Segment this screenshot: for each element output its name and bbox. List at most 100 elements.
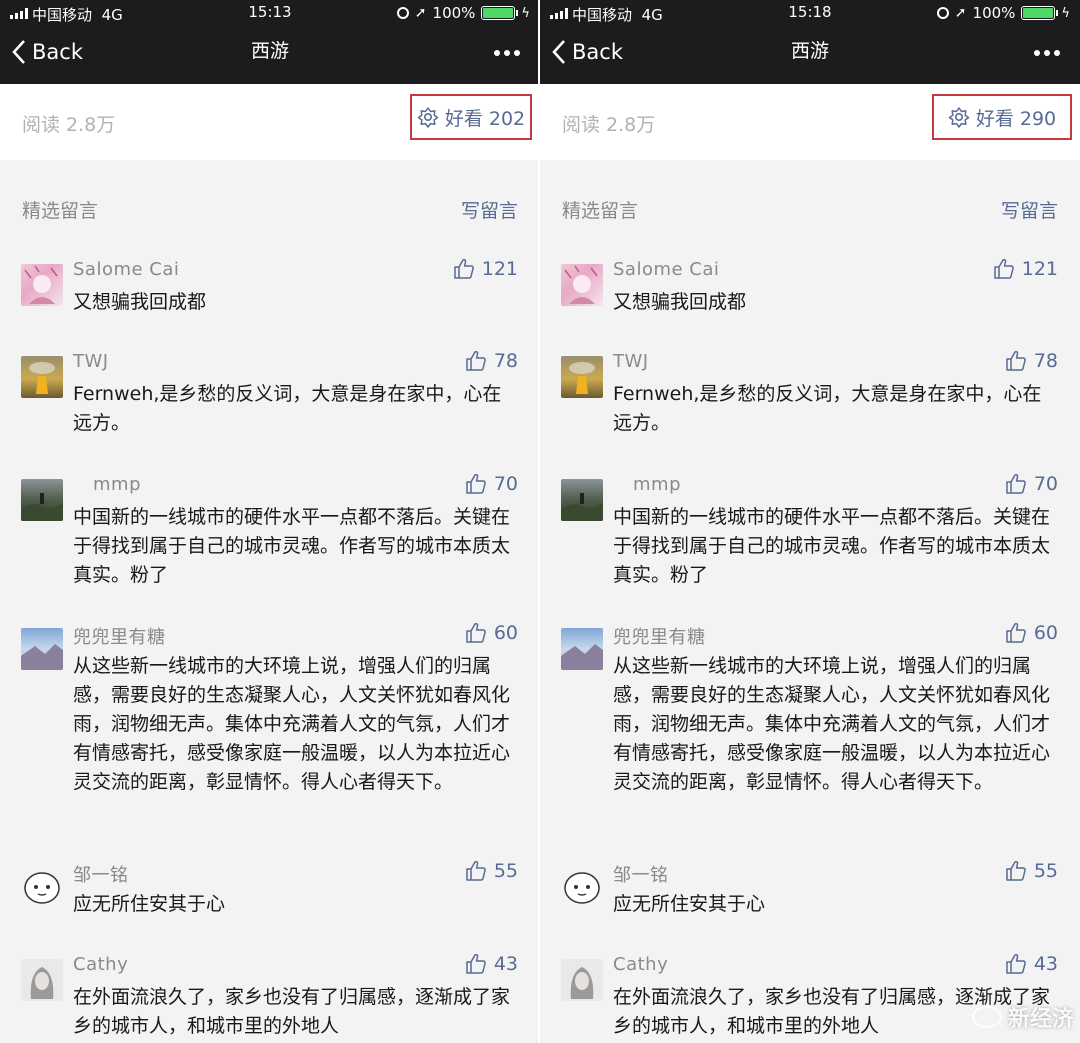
like-button[interactable]: 78 — [1004, 349, 1058, 373]
avatar — [21, 959, 63, 1001]
like-button[interactable]: 78 — [464, 349, 518, 373]
comment-text: Fernweh,是乡愁的反义词，大意是身在家中，心在远方。 — [613, 383, 1042, 434]
battery-percent: 100% — [432, 4, 476, 22]
like-count: 70 — [1033, 473, 1058, 495]
like-button[interactable]: 60 — [464, 621, 518, 645]
navigation-bar: Back 西游 — [0, 26, 540, 84]
like-count: 78 — [493, 350, 518, 372]
thumbs-up-icon — [993, 258, 1014, 279]
avatar — [21, 628, 63, 670]
article-stats-bar: 阅读 2.8万 好看 202 — [0, 84, 540, 160]
comment-text: 应无所住安其于心 — [73, 893, 226, 915]
comment-text: Fernweh,是乡愁的反义词，大意是身在家中，心在远方。 — [73, 383, 502, 434]
write-comment-link[interactable]: 写留言 — [461, 196, 518, 223]
commenter-name: Salome Cai — [613, 259, 720, 280]
status-bar: 中国移动 4G 15:13 ➚ 100% ϟ — [0, 0, 540, 26]
featured-comments-label: 精选留言 — [22, 200, 99, 222]
thumbs-up-icon — [466, 953, 486, 974]
haokan-flower-icon — [417, 107, 439, 128]
avatar — [21, 264, 63, 306]
like-count: 60 — [493, 622, 518, 644]
like-button[interactable]: 55 — [1004, 859, 1058, 883]
like-button[interactable]: 43 — [464, 952, 518, 976]
like-count: 55 — [1033, 860, 1058, 882]
avatar — [561, 628, 603, 670]
comment-text: 又想骗我回成都 — [613, 291, 747, 313]
screenshot-panel-right: 中国移动 4G 15:18 ➚ 100% ϟ Back 西游 阅读 2.8万 好… — [540, 0, 1080, 1043]
comment-text: 又想骗我回成都 — [73, 291, 207, 313]
commenter-name: 邹一铭 — [73, 865, 129, 886]
like-count: 55 — [493, 860, 518, 882]
wechat-icon — [971, 1006, 1002, 1028]
location-arrow-icon: ➚ — [954, 5, 967, 21]
like-button[interactable]: 60 — [1004, 621, 1058, 645]
screenshot-panel-left: 中国移动 4G 15:13 ➚ 100% ϟ Back 西游 阅读 2.8万 好… — [0, 0, 540, 1043]
avatar — [21, 356, 63, 398]
more-dots-icon[interactable] — [1034, 50, 1060, 56]
comment-text: 中国新的一线城市的硬件水平一点都不落后。关键在于得找到属于自己的城市灵魂。作者写… — [613, 506, 1051, 586]
orientation-lock-icon — [396, 7, 409, 19]
battery-icon — [1021, 6, 1059, 20]
avatar — [561, 866, 603, 908]
charging-icon: ϟ — [1061, 5, 1070, 21]
haokan-button[interactable]: 好看 202 — [410, 94, 532, 140]
like-button[interactable]: 70 — [1004, 472, 1058, 496]
navigation-bar: Back 西游 — [540, 26, 1080, 84]
like-count: 121 — [481, 258, 518, 280]
thumbs-up-icon — [1006, 622, 1026, 643]
commenter-name: 邹一铭 — [613, 865, 669, 886]
commenter-name: 兜兜里有糖 — [613, 627, 706, 648]
article-stats-bar: 阅读 2.8万 好看 290 — [540, 84, 1080, 160]
comment-text: 应无所住安其于心 — [613, 893, 766, 915]
commenter-name: mmp — [633, 474, 681, 495]
write-comment-link[interactable]: 写留言 — [1001, 196, 1058, 223]
comment-text: 中国新的一线城市的硬件水平一点都不落后。关键在于得找到属于自己的城市灵魂。作者写… — [73, 506, 511, 586]
like-count: 78 — [1033, 350, 1058, 372]
commenter-name: 兜兜里有糖 — [73, 627, 166, 648]
avatar — [561, 356, 603, 398]
like-button[interactable]: 121 — [452, 257, 518, 281]
haokan-flower-icon — [948, 107, 970, 128]
thumbs-up-icon — [453, 258, 474, 279]
thumbs-up-icon — [1006, 953, 1026, 974]
thumbs-up-icon — [1006, 350, 1026, 371]
status-bar: 中国移动 4G 15:18 ➚ 100% ϟ — [540, 0, 1080, 26]
haokan-button[interactable]: 好看 290 — [932, 94, 1072, 140]
commenter-name: Cathy — [73, 954, 129, 975]
thumbs-up-icon — [1006, 860, 1026, 881]
like-count: 43 — [1033, 953, 1058, 975]
like-count: 60 — [1033, 622, 1058, 644]
comment-text: 从这些新一线城市的大环境上说，增强人们的归属感，需要良好的生态凝聚人心，人文关怀… — [73, 655, 511, 793]
battery-percent: 100% — [972, 4, 1016, 22]
like-count: 43 — [493, 953, 518, 975]
comment-text: 从这些新一线城市的大环境上说，增强人们的归属感，需要良好的生态凝聚人心，人文关怀… — [613, 655, 1051, 793]
like-button[interactable]: 121 — [992, 257, 1058, 281]
like-button[interactable]: 70 — [464, 472, 518, 496]
haokan-label: 好看 202 — [444, 107, 526, 130]
avatar — [561, 959, 603, 1001]
watermark-text: 新经济 — [1007, 1007, 1074, 1032]
thumbs-up-icon — [466, 622, 486, 643]
more-dots-icon[interactable] — [494, 50, 520, 56]
like-button[interactable]: 43 — [1004, 952, 1058, 976]
thumbs-up-icon — [466, 350, 486, 371]
avatar — [561, 479, 603, 521]
charging-icon: ϟ — [521, 5, 530, 21]
thumbs-up-icon — [1006, 473, 1026, 494]
read-count: 阅读 2.8万 — [562, 114, 656, 136]
commenter-name: mmp — [93, 474, 141, 495]
commenter-name: TWJ — [73, 351, 109, 372]
haokan-label: 好看 290 — [975, 107, 1057, 130]
comments-section-header: 精选留言 写留言 — [540, 196, 1080, 226]
orientation-lock-icon — [936, 7, 949, 19]
page-title: 西游 — [250, 40, 289, 62]
commenter-name: Salome Cai — [73, 259, 180, 280]
battery-icon — [481, 6, 519, 20]
commenter-name: TWJ — [613, 351, 649, 372]
like-count: 121 — [1021, 258, 1058, 280]
avatar — [21, 866, 63, 908]
avatar — [21, 479, 63, 521]
comment-text: 在外面流浪久了，家乡也没有了归属感，逐渐成了家乡的城市人，和城市里的外地人 — [73, 986, 511, 1037]
read-count: 阅读 2.8万 — [22, 114, 116, 136]
like-button[interactable]: 55 — [464, 859, 518, 883]
